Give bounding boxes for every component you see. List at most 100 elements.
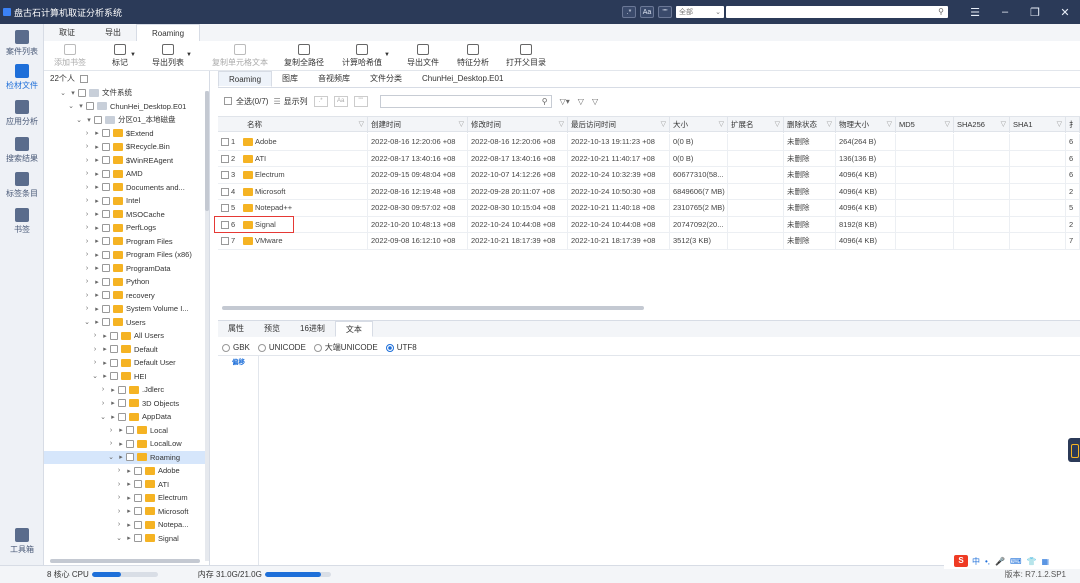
caret-icon[interactable]: ▸ [92, 318, 102, 326]
punctuation-icon[interactable]: •, [985, 557, 990, 566]
tree-checkbox[interactable] [102, 129, 110, 138]
chevron-right-icon[interactable]: › [98, 386, 108, 393]
tree-checkbox[interactable] [134, 493, 142, 502]
column-header[interactable]: 扩展名 ▽ [728, 117, 784, 133]
chevron-right-icon[interactable]: › [90, 332, 100, 339]
minimize-icon[interactable]: – [990, 6, 1020, 18]
table-row[interactable]: 2 ATI 2022-08-17 13:40:16 +08 2022-08-17 13… [218, 150, 1080, 167]
tree-node[interactable]: ⌄ ▸ AppData [44, 410, 206, 424]
chevron-right-icon[interactable]: › [82, 211, 92, 218]
chevron-down-icon[interactable]: ⌄ [66, 102, 76, 110]
tab-preview[interactable]: 预览 [254, 321, 290, 337]
tree-checkbox[interactable] [134, 480, 142, 489]
text-view-area[interactable]: 偏移 [218, 355, 1080, 566]
open-parent-dir-button[interactable]: 打开父目录 [506, 44, 546, 68]
tree-node[interactable]: › ▸ Adobe [44, 464, 206, 478]
column-filter-icon[interactable]: ▽ [827, 117, 832, 133]
tree-node[interactable]: ⌄ ▸ Users [44, 316, 206, 330]
caret-icon[interactable]: ▾ [68, 89, 78, 97]
tree-checkbox[interactable] [126, 426, 134, 435]
encoding-utf8[interactable]: UTF8 [385, 343, 417, 352]
chevron-down-icon[interactable]: ⌄ [74, 116, 84, 124]
tree-checkbox[interactable] [126, 439, 134, 448]
tree-checkbox[interactable] [118, 399, 126, 408]
menu-tab-export[interactable]: 导出 [90, 24, 136, 41]
tree-checkbox[interactable] [118, 412, 126, 421]
columns-icon[interactable]: ☰ [273, 97, 280, 106]
tree-checkbox[interactable] [110, 345, 118, 354]
global-search-input[interactable]: ⚲ [726, 6, 948, 18]
tree-node[interactable]: › ▸ .Jdlerc [44, 383, 206, 397]
tree-checkbox[interactable] [110, 331, 118, 340]
table-row[interactable]: 7 VMware 2022-09-08 16:12:10 +08 2022-10-21… [218, 233, 1080, 250]
caret-icon[interactable]: ▸ [92, 224, 102, 232]
tree-node[interactable]: ⌄ ▾ 文件系统 [44, 86, 206, 100]
caret-icon[interactable]: ▸ [92, 143, 102, 151]
tree-checkbox[interactable] [86, 102, 94, 111]
chevron-right-icon[interactable]: › [90, 359, 100, 366]
chevron-right-icon[interactable]: › [82, 184, 92, 191]
tree-checkbox[interactable] [134, 507, 142, 516]
quote-toggle-button[interactable]: "" [658, 6, 672, 18]
tree-checkbox[interactable] [102, 210, 110, 219]
tree-checkbox[interactable] [102, 156, 110, 165]
copy-cell-text-button[interactable]: 复制单元格文本 [212, 44, 268, 68]
tree-checkbox[interactable] [134, 520, 142, 529]
row-checkbox[interactable] [221, 204, 229, 213]
rail-evidence-files[interactable]: 检材文件 [0, 64, 44, 91]
list-search-input[interactable]: ⚲ [379, 94, 552, 108]
search-scope-select[interactable]: 全部 ⌄ [676, 6, 724, 18]
tree-node[interactable]: ⌄ ▸ Roaming [44, 450, 206, 464]
chevron-right-icon[interactable]: › [82, 265, 92, 272]
shirt-icon[interactable]: 👕 [1027, 557, 1037, 566]
caret-icon[interactable]: ▸ [100, 345, 110, 353]
column-header[interactable]: 物理大小 ▽ [836, 117, 896, 133]
tree-checkbox[interactable] [102, 142, 110, 151]
column-header[interactable]: 扌 [1066, 117, 1080, 133]
tree-node[interactable]: › ▸ LocalLow [44, 437, 206, 451]
case-toggle-button[interactable]: Aa [333, 95, 348, 107]
column-filter-icon[interactable]: ▽ [661, 117, 666, 133]
rail-search-results[interactable]: 搜索结果 [0, 137, 44, 164]
rail-tag-items[interactable]: 标签条目 [0, 172, 44, 199]
filter-clear-icon[interactable]: ▽ [592, 97, 598, 106]
tree-node[interactable]: › ▸ Electrum [44, 491, 206, 505]
calc-hash-button[interactable]: 计算哈希值 ▼ [342, 44, 390, 68]
chevron-down-icon[interactable]: ⌄ [106, 453, 116, 461]
tree-checkbox[interactable] [102, 223, 110, 232]
export-list-button[interactable]: 导出列表 ▼ [152, 44, 192, 68]
caret-icon[interactable]: ▸ [116, 440, 126, 448]
tree-checkbox[interactable] [110, 372, 118, 381]
side-panel-handle[interactable] [1068, 438, 1080, 462]
column-filter-icon[interactable]: ▽ [359, 117, 364, 133]
caret-icon[interactable]: ▸ [100, 332, 110, 340]
chevron-right-icon[interactable]: › [82, 305, 92, 312]
tree-node[interactable]: › ▸ MSOCache [44, 208, 206, 222]
keyboard-icon[interactable]: ⌨ [1010, 557, 1022, 566]
select-all-checkbox[interactable] [224, 97, 232, 105]
chevron-right-icon[interactable]: › [82, 130, 92, 137]
caret-icon[interactable]: ▸ [108, 399, 118, 407]
column-header[interactable]: 修改时间 ▽ [468, 117, 568, 133]
tree-node[interactable]: › ▸ 3D Objects [44, 397, 206, 411]
chevron-right-icon[interactable]: › [82, 292, 92, 299]
regex-toggle-button[interactable]: .* [313, 95, 328, 107]
row-checkbox[interactable] [221, 138, 229, 147]
column-filter-icon[interactable]: ▽ [887, 117, 892, 133]
tree-hscrollbar[interactable] [50, 559, 200, 563]
caret-icon[interactable]: ▸ [92, 210, 102, 218]
tree-node[interactable]: › ▸ Local [44, 424, 206, 438]
copy-full-path-button[interactable]: 复制全路径 [284, 44, 324, 68]
table-row[interactable]: 5 Notepad++ 2022-08-30 09:57:02 +08 2022-08… [218, 200, 1080, 217]
tree-node[interactable]: › ▸ Default [44, 343, 206, 357]
column-filter-icon[interactable]: ▽ [1001, 117, 1006, 133]
chevron-down-icon[interactable]: ▼ [130, 52, 136, 58]
column-header[interactable]: MD5 ▽ [896, 117, 954, 133]
tree-checkbox[interactable] [134, 466, 142, 475]
tree-checkbox[interactable] [102, 264, 110, 273]
tree-checkbox[interactable] [126, 453, 134, 462]
apps-icon[interactable]: ▦ [1042, 557, 1050, 566]
tab-roaming[interactable]: Roaming [218, 71, 273, 87]
search-icon[interactable]: ⚲ [938, 7, 944, 16]
restore-icon[interactable]: ❐ [1020, 6, 1050, 19]
